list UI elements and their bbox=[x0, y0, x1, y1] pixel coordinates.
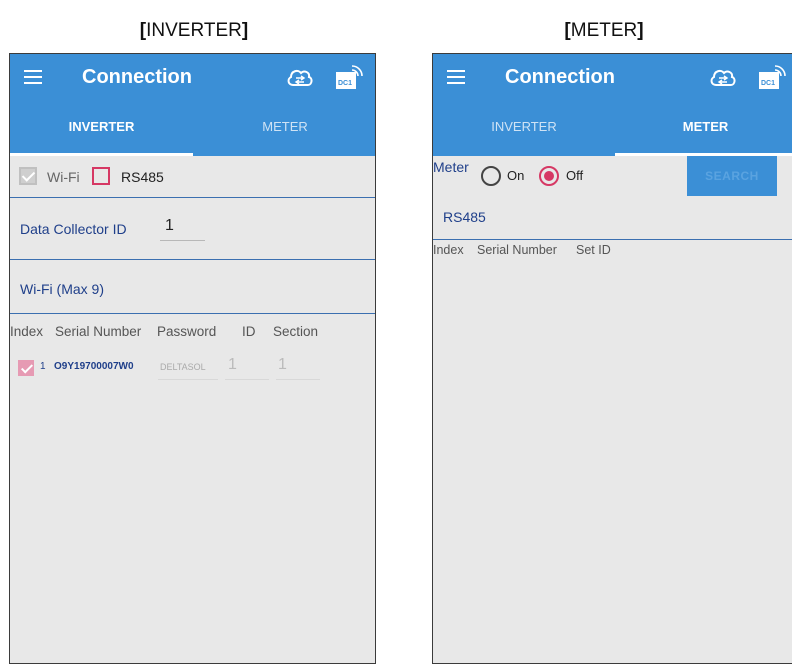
tab-inverter-label: INVERTER bbox=[68, 119, 135, 134]
column-header-id: ID bbox=[242, 324, 256, 339]
row-section[interactable]: 1 bbox=[278, 356, 287, 374]
meter-off-label: Off bbox=[566, 168, 584, 183]
wifi-label: Wi-Fi bbox=[47, 169, 80, 185]
tab-meter[interactable]: METER bbox=[615, 102, 792, 156]
cloud-sync-icon[interactable] bbox=[708, 64, 738, 92]
tab-meter-label: METER bbox=[262, 119, 308, 134]
column-header-password: Password bbox=[157, 324, 217, 339]
menu-icon[interactable] bbox=[447, 70, 465, 84]
input-underline bbox=[276, 379, 320, 380]
column-header-serial: Serial Number bbox=[477, 243, 557, 257]
menu-icon[interactable] bbox=[24, 70, 42, 84]
input-underline bbox=[158, 379, 218, 380]
svg-text:DC1: DC1 bbox=[761, 80, 775, 87]
divider bbox=[10, 259, 375, 260]
meter-screen: Connection DC1 INVERTER METER Meter On O… bbox=[432, 53, 792, 664]
cloud-sync-icon[interactable] bbox=[285, 64, 315, 92]
caption-inverter: [INVERTER] bbox=[88, 18, 300, 44]
data-collector-icon[interactable]: DC1 bbox=[333, 62, 363, 92]
caption-meter: [METER] bbox=[498, 18, 710, 44]
inverter-screen: Connection DC1 INVERTER METER Wi-Fi RS48… bbox=[9, 53, 376, 664]
input-underline bbox=[160, 240, 205, 241]
rs485-section-title: RS485 bbox=[443, 209, 486, 225]
divider bbox=[433, 239, 792, 240]
row-password[interactable]: DELTASOL bbox=[160, 362, 206, 372]
row-id[interactable]: 1 bbox=[228, 356, 237, 374]
input-underline bbox=[225, 379, 269, 380]
data-collector-icon[interactable]: DC1 bbox=[756, 62, 786, 92]
divider bbox=[10, 313, 375, 314]
page-title: Connection bbox=[82, 66, 192, 88]
meter-off-radio[interactable] bbox=[539, 166, 559, 186]
tab-meter[interactable]: METER bbox=[193, 102, 375, 156]
row-serial-number: O9Y19700007W0 bbox=[54, 361, 134, 372]
data-collector-id-label: Data Collector ID bbox=[20, 221, 127, 237]
row-checkbox[interactable] bbox=[18, 360, 34, 376]
caption-inverter-text: INVERTER bbox=[146, 20, 242, 41]
app-bar: Connection DC1 bbox=[433, 54, 792, 102]
column-header-index: Index bbox=[10, 324, 44, 339]
tab-inverter[interactable]: INVERTER bbox=[10, 102, 193, 156]
column-header-serial: Serial Number bbox=[55, 324, 142, 339]
tab-bar: INVERTER METER bbox=[10, 102, 375, 156]
page-title: Connection bbox=[505, 66, 615, 88]
column-header-section: Section bbox=[273, 324, 319, 339]
caption-bracket-close: ] bbox=[637, 20, 644, 41]
meter-on-radio[interactable] bbox=[481, 166, 501, 186]
row-index: 1 bbox=[40, 361, 46, 372]
caption-bracket-close: ] bbox=[241, 20, 249, 41]
search-button[interactable]: SEARCH bbox=[687, 156, 777, 196]
column-header-set-id: Set ID bbox=[576, 243, 611, 257]
column-header-index: Index bbox=[433, 243, 464, 257]
wifi-section-title: Wi-Fi (Max 9) bbox=[20, 281, 104, 297]
divider bbox=[10, 197, 375, 198]
rs485-checkbox[interactable] bbox=[92, 167, 110, 185]
meter-on-label: On bbox=[507, 168, 525, 183]
rs485-label: RS485 bbox=[121, 169, 164, 185]
app-bar: Connection DC1 bbox=[10, 54, 375, 102]
wifi-checkbox[interactable] bbox=[19, 167, 37, 185]
tab-inverter[interactable]: INVERTER bbox=[433, 102, 615, 156]
tab-bar: INVERTER METER bbox=[433, 102, 792, 156]
tab-inverter-label: INVERTER bbox=[491, 119, 557, 134]
data-collector-id-input[interactable]: 1 bbox=[165, 217, 174, 235]
svg-text:DC1: DC1 bbox=[338, 80, 352, 87]
tab-meter-label: METER bbox=[682, 119, 729, 134]
meter-label: Meter bbox=[433, 159, 469, 175]
tab-indicator bbox=[10, 153, 193, 156]
caption-meter-text: METER bbox=[570, 20, 638, 41]
